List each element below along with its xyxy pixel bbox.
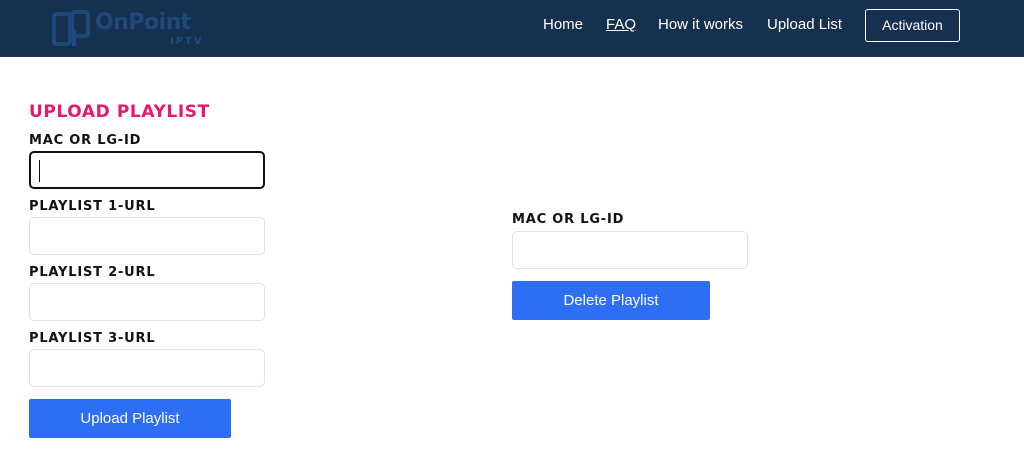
playlist1-url-input[interactable] bbox=[29, 217, 265, 255]
delete-playlist-button[interactable]: Delete Playlist bbox=[512, 281, 710, 320]
logo-subtitle: IPTV bbox=[170, 36, 204, 47]
playlist3-label: PLAYLIST 3-URL bbox=[29, 331, 156, 346]
nav-home-link[interactable]: Home bbox=[543, 16, 583, 33]
nav-faq-link[interactable]: FAQ bbox=[606, 16, 636, 33]
top-navbar: OnPoint IPTV Home FAQ How it works Uploa… bbox=[0, 0, 1024, 57]
activation-button[interactable]: Activation bbox=[865, 9, 960, 42]
playlist3-url-input[interactable] bbox=[29, 349, 265, 387]
delete-mac-input[interactable] bbox=[512, 231, 748, 269]
nav-upload-list-link[interactable]: Upload List bbox=[767, 16, 842, 33]
playlist2-url-input[interactable] bbox=[29, 283, 265, 321]
upload-playlist-button[interactable]: Upload Playlist bbox=[29, 399, 231, 438]
text-caret bbox=[39, 160, 40, 182]
nav-how-it-works-link[interactable]: How it works bbox=[658, 16, 743, 33]
delete-mac-label: MAC OR LG-ID bbox=[512, 212, 625, 227]
playlist1-label: PLAYLIST 1-URL bbox=[29, 199, 156, 214]
playlist2-label: PLAYLIST 2-URL bbox=[29, 265, 156, 280]
site-logo[interactable]: OnPoint IPTV bbox=[52, 4, 202, 54]
logo-icon bbox=[52, 10, 90, 46]
upload-mac-input[interactable] bbox=[29, 151, 265, 189]
upload-mac-label: MAC OR LG-ID bbox=[29, 133, 142, 148]
upload-playlist-title: UPLOAD PLAYLIST bbox=[29, 102, 210, 122]
logo-name: OnPoint bbox=[95, 10, 191, 35]
